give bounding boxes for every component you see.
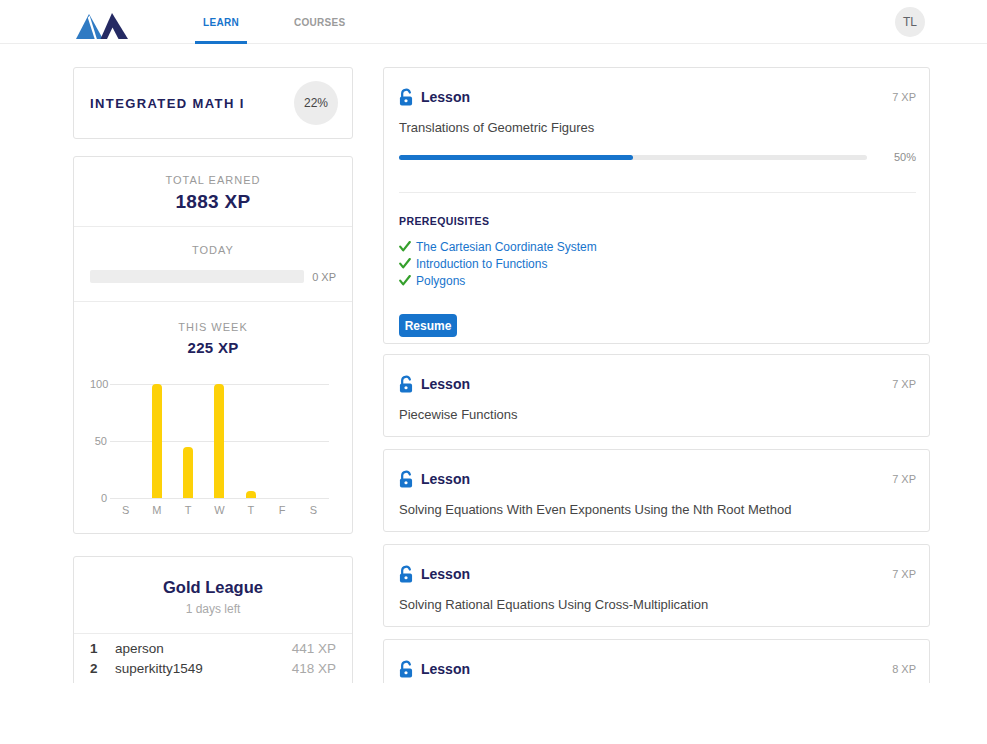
lesson-card[interactable]: Lesson 7 XP Piecewise Functions xyxy=(383,354,930,437)
league-row: 2 superkitty1549 418 XP xyxy=(90,658,336,678)
xp-stats-card: TOTAL EARNED 1883 XP TODAY 0 XP THIS WEE… xyxy=(73,156,353,534)
prereq-link[interactable]: Introduction to Functions xyxy=(416,257,547,271)
today-label: TODAY xyxy=(90,244,336,256)
lesson-type-label: Lesson xyxy=(421,566,470,582)
lesson-card[interactable]: Lesson 7 XP Solving Rational Equations U… xyxy=(383,544,930,627)
total-earned-value: 1883 XP xyxy=(90,191,336,213)
x-label-thu: T xyxy=(235,504,266,516)
unlock-icon xyxy=(399,470,413,488)
week-label: THIS WEEK xyxy=(90,321,336,333)
lesson-card-current[interactable]: Lesson 7 XP Translations of Geometric Fi… xyxy=(383,67,930,344)
x-label-mon: M xyxy=(141,504,172,516)
prereq-item[interactable]: The Cartesian Coordinate System xyxy=(399,238,916,255)
x-label-wed: W xyxy=(204,504,235,516)
sidebar-column: INTEGRATED MATH I 22% TOTAL EARNED 1883 … xyxy=(73,67,353,683)
unlock-icon xyxy=(399,88,413,106)
lesson-xp-badge: 7 XP xyxy=(892,568,916,580)
week-section: THIS WEEK 225 XP 100 50 0 xyxy=(74,302,352,533)
league-days-left: 1 days left xyxy=(90,602,336,616)
x-label-sat: S xyxy=(298,504,329,516)
bar-wed xyxy=(214,384,224,498)
x-label-tue: T xyxy=(173,504,204,516)
league-rank: 2 xyxy=(90,661,115,676)
league-name: aperson xyxy=(115,641,292,656)
lesson-xp-badge: 7 XP xyxy=(892,91,916,103)
unlock-icon xyxy=(399,660,413,678)
check-icon xyxy=(399,258,416,269)
weekly-xp-chart: 100 50 0 xyxy=(90,384,336,515)
lesson-title: Solving Equations With Even Exponents Us… xyxy=(399,502,916,517)
course-progress-value: 22% xyxy=(304,96,328,110)
unlock-icon xyxy=(399,565,413,583)
tab-courses[interactable]: COURSES xyxy=(286,0,354,44)
today-xp-value: 0 XP xyxy=(312,271,336,283)
avatar[interactable]: TL xyxy=(895,7,925,37)
lesson-type-label: Lesson xyxy=(421,89,470,105)
league-rank: 3 xyxy=(90,681,115,684)
league-row: 3 343 XP xyxy=(90,678,336,683)
league-card: Gold League 1 days left 1 aperson 441 XP… xyxy=(73,556,353,683)
course-card[interactable]: INTEGRATED MATH I 22% xyxy=(73,67,353,139)
y-axis-label-50: 50 xyxy=(90,435,107,447)
check-icon xyxy=(399,275,416,286)
top-nav: LEARN COURSES TL xyxy=(0,0,987,44)
lesson-xp-badge: 7 XP xyxy=(892,378,916,390)
lesson-progress-bar xyxy=(399,155,867,160)
total-earned-section: TOTAL EARNED 1883 XP xyxy=(74,157,352,227)
resume-button[interactable]: Resume xyxy=(399,314,457,337)
bar-mon xyxy=(152,384,162,498)
lesson-card[interactable]: Lesson 8 XP xyxy=(383,639,930,683)
today-section: TODAY 0 XP xyxy=(74,227,352,302)
league-xp: 343 XP xyxy=(292,681,336,684)
course-progress-circle: 22% xyxy=(294,81,338,125)
league-xp: 418 XP xyxy=(292,661,336,676)
prereq-link[interactable]: Polygons xyxy=(416,274,465,288)
league-name: superkitty1549 xyxy=(115,661,292,676)
today-progress-bar xyxy=(90,270,304,283)
lesson-xp-badge: 7 XP xyxy=(892,473,916,485)
league-row: 1 aperson 441 XP xyxy=(90,638,336,658)
league-header: Gold League 1 days left xyxy=(74,557,352,634)
lesson-type-label: Lesson xyxy=(421,661,470,677)
lesson-progress-value: 50% xyxy=(867,151,916,163)
y-axis-label-100: 100 xyxy=(90,378,107,390)
total-earned-label: TOTAL EARNED xyxy=(90,174,336,186)
math-academy-logo[interactable] xyxy=(76,10,132,43)
league-rank: 1 xyxy=(90,641,115,656)
x-label-fri: F xyxy=(266,504,297,516)
app-viewport: LEARN COURSES TL INTEGRATED MATH I 22% T… xyxy=(0,0,987,683)
check-icon xyxy=(399,241,416,252)
lesson-xp-badge: 8 XP xyxy=(892,663,916,675)
week-xp-value: 225 XP xyxy=(90,339,336,356)
lesson-title: Translations of Geometric Figures xyxy=(399,120,916,135)
bar-thu xyxy=(246,491,256,498)
prereq-item[interactable]: Introduction to Functions xyxy=(399,255,916,272)
league-xp: 441 XP xyxy=(292,641,336,656)
unlock-icon xyxy=(399,375,413,393)
y-axis-label-0: 0 xyxy=(90,492,107,504)
prerequisites-label: PREREQUISITES xyxy=(399,215,916,227)
x-label-sun: S xyxy=(110,504,141,516)
league-title: Gold League xyxy=(90,578,336,597)
course-name: INTEGRATED MATH I xyxy=(90,96,245,111)
tab-learn[interactable]: LEARN xyxy=(195,0,247,44)
lesson-type-label: Lesson xyxy=(421,376,470,392)
lessons-column: Lesson 7 XP Translations of Geometric Fi… xyxy=(383,67,930,683)
lesson-title: Piecewise Functions xyxy=(399,407,916,422)
lesson-type-label: Lesson xyxy=(421,471,470,487)
nav-tabs: LEARN COURSES xyxy=(195,0,393,44)
prereq-link[interactable]: The Cartesian Coordinate System xyxy=(416,240,597,254)
lesson-card[interactable]: Lesson 7 XP Solving Equations With Even … xyxy=(383,449,930,532)
lesson-title: Solving Rational Equations Using Cross-M… xyxy=(399,597,916,612)
bar-tue xyxy=(183,447,193,498)
prereq-item[interactable]: Polygons xyxy=(399,272,916,289)
